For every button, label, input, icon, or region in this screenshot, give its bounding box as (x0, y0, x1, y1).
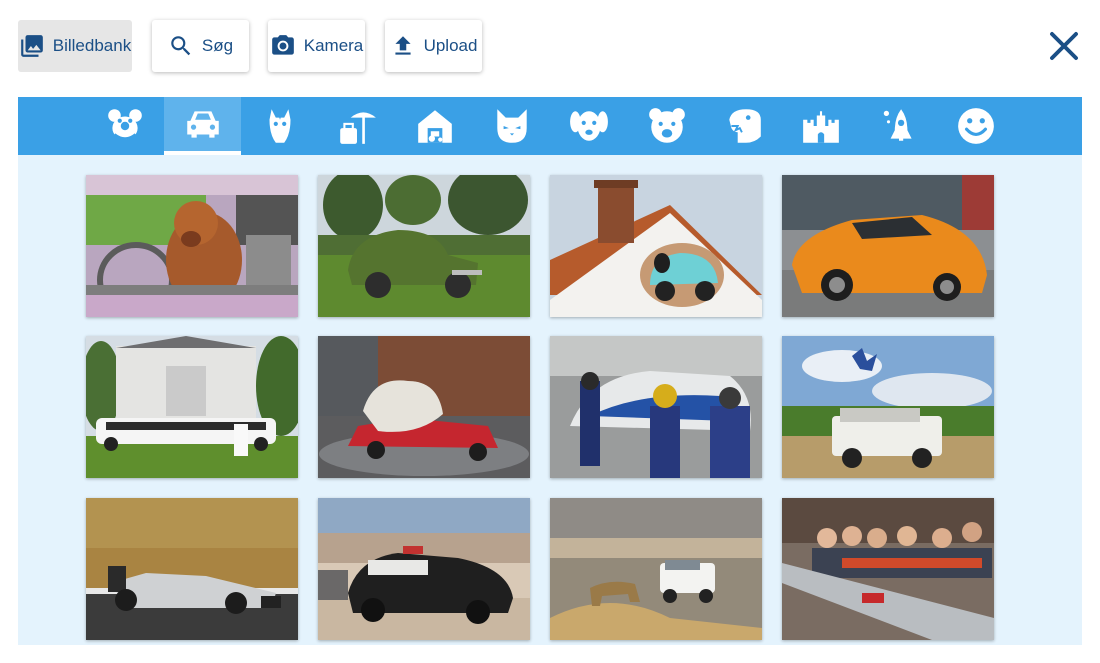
category-beach[interactable] (318, 97, 395, 155)
camera-label: Kamera (303, 36, 364, 55)
image-rock-crushing-car[interactable] (318, 336, 530, 478)
search-icon (171, 36, 191, 56)
clown-face-icon (107, 109, 142, 140)
toolbar: Billedbank Søg Kamera Upload (0, 0, 1100, 90)
image-racing-pit-stop[interactable] (550, 336, 762, 478)
horse-icon (269, 109, 290, 143)
image-orange-sports-car[interactable] (782, 175, 994, 317)
farm-barn-icon (417, 110, 452, 143)
orange-sports-car-image (782, 175, 994, 317)
image-white-limousine[interactable] (86, 336, 298, 478)
hedge-car-image (318, 175, 530, 317)
bear-icon (648, 108, 685, 143)
beach-icon (339, 112, 376, 144)
smiley-icon (957, 108, 994, 144)
category-castle[interactable] (782, 97, 859, 155)
image-grid (18, 155, 1082, 645)
formula-one-car-image (86, 498, 298, 640)
image-wrecked-police-car[interactable] (318, 498, 530, 640)
lion-by-car-image (550, 498, 762, 640)
white-limousine-image (86, 336, 298, 478)
dog-driving-car-image (86, 175, 298, 317)
camera-icon (271, 35, 294, 55)
category-dinosaur[interactable] (705, 97, 782, 155)
image-kids-toy-race[interactable] (782, 498, 994, 640)
category-dog[interactable] (550, 97, 627, 155)
kids-toy-race-image (782, 498, 994, 640)
close-icon[interactable] (1046, 28, 1082, 64)
category-smiley[interactable] (937, 97, 1014, 155)
billedbank-label: Billedbank (52, 36, 132, 55)
dinosaur-icon (728, 109, 761, 143)
racing-pit-stop-image (550, 336, 762, 478)
car-icon (186, 111, 219, 138)
category-bar (18, 97, 1082, 155)
billedbank-button[interactable]: Billedbank (18, 20, 132, 72)
category-farm[interactable] (396, 97, 473, 155)
offroad-jeep-image (782, 336, 994, 478)
upload-label: Upload (423, 36, 478, 55)
upload-icon (394, 36, 411, 55)
search-button[interactable]: Søg (152, 20, 249, 72)
category-bear[interactable] (628, 97, 705, 155)
image-formula-one-car[interactable] (86, 498, 298, 640)
category-clown[interactable] (86, 97, 163, 155)
search-label: Søg (201, 36, 234, 55)
car-through-wall-image (550, 175, 762, 317)
category-cat[interactable] (473, 97, 550, 155)
image-offroad-jeep[interactable] (782, 336, 994, 478)
image-library-icon (20, 35, 43, 57)
cat-icon (496, 109, 527, 143)
image-car-through-wall[interactable] (550, 175, 762, 317)
rock-crushing-car-image (318, 336, 530, 478)
category-space[interactable] (860, 97, 937, 155)
category-horse[interactable] (241, 97, 318, 155)
dog-icon (569, 111, 608, 141)
upload-button[interactable]: Upload (385, 20, 482, 72)
rocket-icon (883, 109, 912, 141)
image-lion-by-car[interactable] (550, 498, 762, 640)
wrecked-police-car-image (318, 498, 530, 640)
image-dog-driving-car[interactable] (86, 175, 298, 317)
category-cars[interactable] (164, 97, 241, 155)
castle-icon (802, 111, 839, 143)
image-hedge-car[interactable] (318, 175, 530, 317)
camera-button[interactable]: Kamera (268, 20, 365, 72)
